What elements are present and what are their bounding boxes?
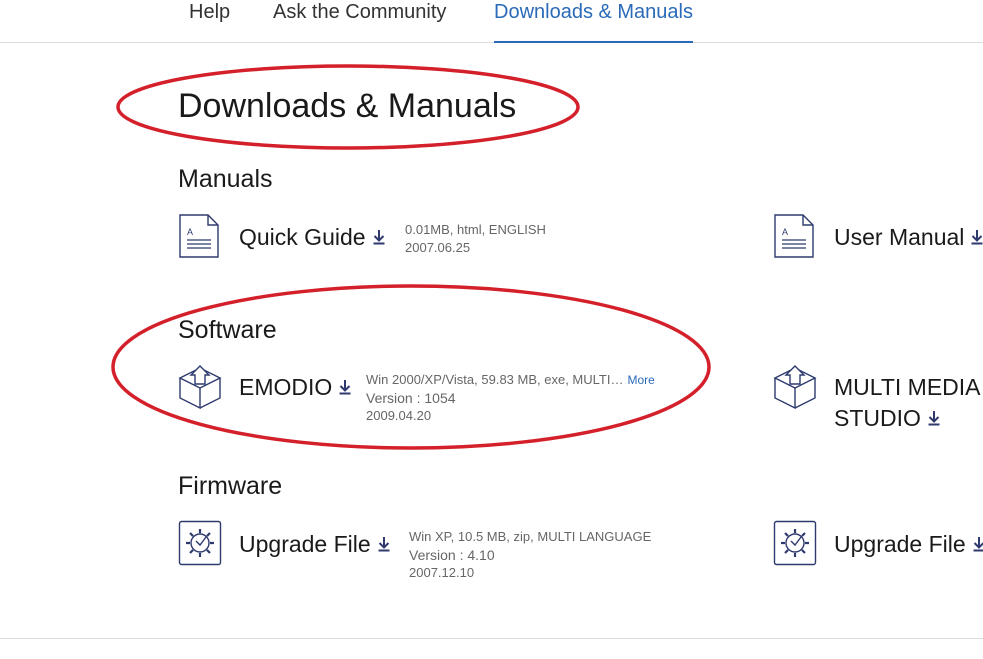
document-icon: A bbox=[774, 214, 814, 258]
quick-guide-meta: 0.01MB, html, ENGLISH 2007.06.25 bbox=[405, 221, 546, 257]
quick-guide-label: Quick Guide bbox=[239, 224, 366, 250]
firmware-item-upgrade-file-2: Upgrade File bbox=[773, 520, 983, 570]
top-navigation: Help Ask the Community Downloads & Manua… bbox=[0, 0, 983, 43]
svg-text:A: A bbox=[187, 227, 193, 237]
page-title: Downloads & Manuals bbox=[178, 87, 517, 125]
emodio-link[interactable]: EMODIO bbox=[239, 372, 352, 402]
emodio-version: Version : 1054 bbox=[366, 390, 456, 406]
upgrade-file-info: Win XP, 10.5 MB, zip, MULTI LANGUAGE bbox=[409, 529, 652, 544]
document-icon: A bbox=[179, 214, 219, 258]
nav-downloads-manuals[interactable]: Downloads & Manuals bbox=[494, 0, 693, 43]
section-title-software: Software bbox=[178, 316, 277, 344]
download-arrow-icon[interactable] bbox=[970, 229, 983, 245]
software-item-emodio: EMODIO Win 2000/XP/Vista, 59.83 MB, exe,… bbox=[178, 364, 678, 434]
emodio-file-info: Win 2000/XP/Vista, 59.83 MB, exe, MULTI… bbox=[366, 372, 624, 387]
box-upload-icon bbox=[773, 365, 817, 410]
emodio-date: 2009.04.20 bbox=[366, 408, 432, 423]
section-title-manuals: Manuals bbox=[178, 165, 273, 193]
svg-text:A: A bbox=[782, 227, 788, 237]
bottom-divider bbox=[0, 638, 983, 639]
upgrade-file-date: 2007.12.10 bbox=[409, 565, 475, 580]
nav-help[interactable]: Help bbox=[189, 0, 230, 24]
emodio-meta: Win 2000/XP/Vista, 59.83 MB, exe, MULTI…… bbox=[366, 371, 655, 425]
gear-upgrade-icon bbox=[773, 520, 817, 566]
software-item-multi-media-studio: MULTI MEDIA STUDIO bbox=[773, 364, 983, 434]
user-manual-label: User Manual bbox=[834, 224, 965, 250]
section-title-firmware: Firmware bbox=[178, 472, 283, 500]
upgrade-file-link[interactable]: Upgrade File bbox=[239, 529, 391, 559]
more-link[interactable]: More bbox=[627, 373, 654, 387]
quick-guide-file-info: 0.01MB, html, ENGLISH bbox=[405, 222, 546, 237]
box-upload-icon bbox=[178, 365, 222, 410]
download-arrow-icon[interactable] bbox=[372, 229, 386, 245]
quick-guide-date: 2007.06.25 bbox=[405, 240, 471, 255]
multi-media-studio-link[interactable]: MULTI MEDIA STUDIO bbox=[834, 372, 981, 434]
upgrade-file-meta: Win XP, 10.5 MB, zip, MULTI LANGUAGE Ver… bbox=[409, 528, 651, 582]
download-arrow-icon[interactable] bbox=[377, 536, 391, 552]
download-arrow-icon[interactable] bbox=[972, 536, 983, 552]
downloads-page: Help Ask the Community Downloads & Manua… bbox=[0, 0, 983, 659]
nav-ask-community[interactable]: Ask the Community bbox=[273, 0, 446, 24]
manual-item-quick-guide: A Quick Guide 0.01MB, html, ENGLISH 2007… bbox=[178, 213, 598, 263]
user-manual-link[interactable]: User Manual bbox=[834, 222, 983, 252]
firmware-item-upgrade-file: Upgrade File Win XP, 10.5 MB, zip, MULTI… bbox=[178, 520, 678, 590]
multi-media-studio-label-line1: MULTI MEDIA bbox=[834, 374, 981, 400]
upgrade-file-2-link[interactable]: Upgrade File bbox=[834, 529, 983, 559]
download-arrow-icon[interactable] bbox=[338, 379, 352, 395]
upgrade-file-2-label: Upgrade File bbox=[834, 531, 966, 557]
download-arrow-icon[interactable] bbox=[927, 410, 941, 426]
gear-upgrade-icon bbox=[178, 520, 222, 566]
quick-guide-link[interactable]: Quick Guide bbox=[239, 222, 386, 252]
emodio-label: EMODIO bbox=[239, 374, 333, 400]
upgrade-file-version: Version : 4.10 bbox=[409, 547, 495, 563]
upgrade-file-label: Upgrade File bbox=[239, 531, 371, 557]
multi-media-studio-label-line2: STUDIO bbox=[834, 405, 921, 431]
manual-item-user-manual: A User Manual bbox=[773, 213, 983, 263]
